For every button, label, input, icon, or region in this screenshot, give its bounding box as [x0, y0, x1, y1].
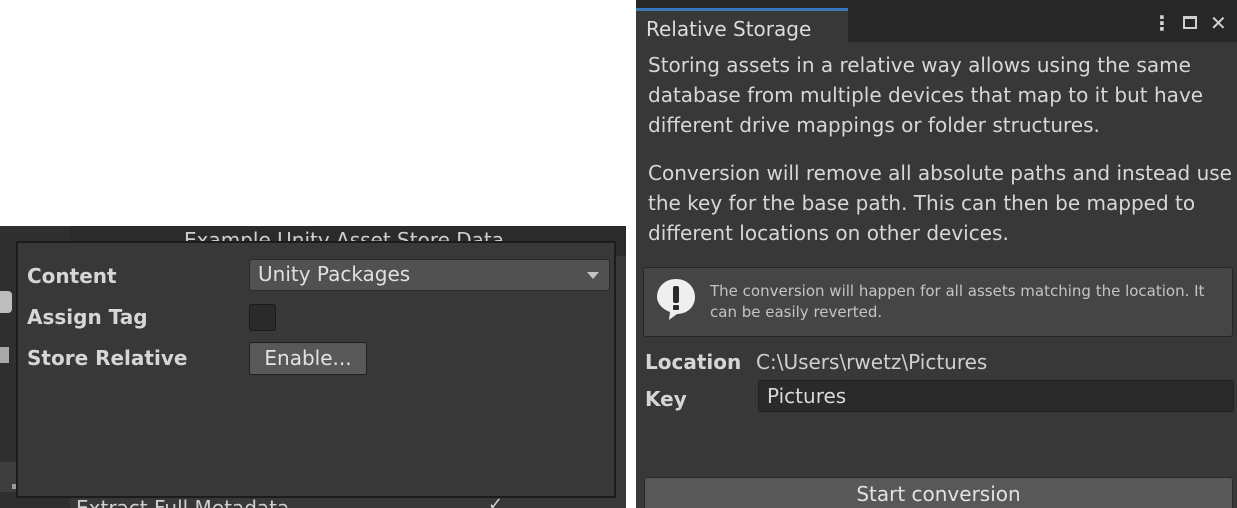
window-titlebar: Relative Storage ⋮ ✕ [636, 0, 1237, 42]
description-paragraph-2: Conversion will remove all absolute path… [648, 161, 1232, 245]
chevron-down-icon [587, 272, 599, 279]
enable-relative-button[interactable]: Enable... [249, 342, 367, 375]
info-helpbox: The conversion will happen for all asset… [643, 267, 1233, 337]
assign-tag-label: Assign Tag [27, 305, 148, 329]
location-value: C:\Users\rwetz\Pictures [756, 350, 988, 374]
tab-relative-storage[interactable]: Relative Storage [636, 8, 848, 42]
key-label: Key [645, 387, 687, 411]
start-conversion-button[interactable]: Start conversion [644, 477, 1233, 508]
close-icon[interactable]: ✕ [1210, 11, 1227, 35]
content-label: Content [27, 264, 117, 288]
tab-title: Relative Storage [646, 17, 812, 41]
text-fragment [0, 347, 9, 363]
description-paragraph-1: Storing assets in a relative way allows … [648, 53, 1204, 137]
import-settings-popup: Content Unity Packages Assign Tag Store … [16, 241, 616, 498]
kebab-menu-icon[interactable]: ⋮ [1152, 11, 1172, 35]
helpbox-text: The conversion will happen for all asset… [710, 282, 1205, 321]
relative-storage-window: Relative Storage ⋮ ✕ Storing assets in a… [636, 0, 1237, 508]
content-dropdown[interactable]: Unity Packages [249, 259, 610, 291]
location-label: Location [645, 350, 742, 374]
content-dropdown-value: Unity Packages [258, 262, 411, 286]
warning-icon [657, 279, 695, 320]
assign-tag-checkbox[interactable] [249, 304, 276, 331]
key-field[interactable] [758, 380, 1234, 412]
gear-icon[interactable] [0, 291, 12, 313]
maximize-icon[interactable] [1183, 16, 1197, 29]
tab-active-indicator [636, 8, 848, 11]
store-relative-label: Store Relative [27, 346, 188, 370]
key-input[interactable] [759, 381, 1233, 411]
